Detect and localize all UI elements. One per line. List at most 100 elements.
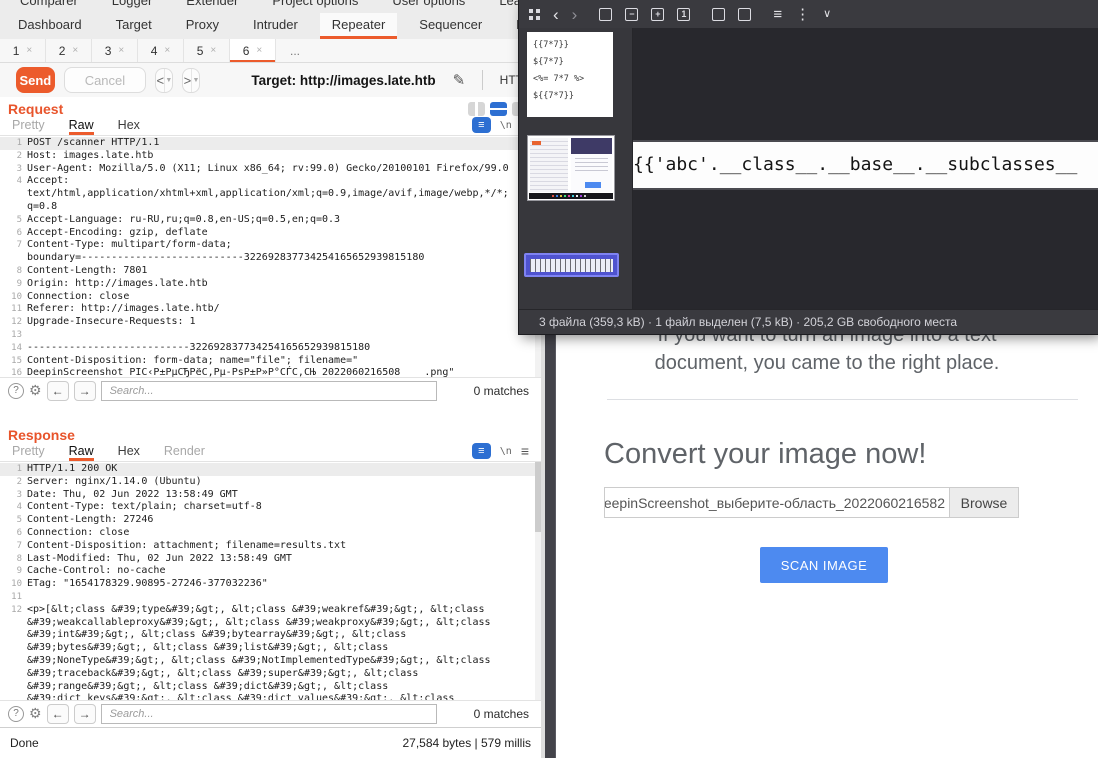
module-tab[interactable]: Target [104, 13, 164, 39]
response-line: 8 Last-Modified: Thu, 02 Jun 2022 13:58:… [0, 553, 541, 566]
module-tab[interactable]: Intruder [241, 13, 310, 39]
fullscreen-icon[interactable] [712, 8, 725, 21]
convert-heading: Convert your image now! [604, 438, 926, 471]
close-tab-icon[interactable]: × [210, 45, 216, 56]
edit-pencil-icon[interactable]: ✎ [453, 71, 466, 89]
response-view-tab[interactable]: Render [164, 444, 205, 461]
rows-layout-icon[interactable] [490, 102, 507, 116]
gear-icon[interactable]: ⚙ [29, 382, 42, 399]
burp-status-bar: Done 27,584 bytes | 579 millis [0, 727, 541, 758]
module-tab[interactable]: Proxy [174, 13, 231, 39]
next-match-icon[interactable]: → [74, 704, 96, 724]
zoom-out-icon[interactable]: − [625, 8, 638, 21]
tagline-line2: document, you came to the right place. [556, 352, 1098, 375]
chevron-down-icon[interactable]: ▼ [191, 69, 199, 92]
editor-menu-icon[interactable]: ≡ [521, 443, 529, 459]
prev-image-icon[interactable]: ‹ [553, 6, 559, 23]
list-view-icon[interactable]: ≡ [773, 7, 782, 22]
help-icon[interactable]: ? [8, 383, 24, 399]
repeater-tab[interactable]: ... [276, 39, 321, 62]
repeater-tab[interactable]: 2 × [46, 39, 92, 62]
text-file-thumbnail[interactable]: {{7*7}}${7*7}<%= 7*7 %>${{7*7}} [527, 32, 613, 117]
response-view-tab[interactable]: Hex [118, 444, 140, 461]
top-menu-tab[interactable]: Project options [272, 0, 358, 13]
next-match-icon[interactable]: → [74, 381, 96, 401]
repeater-tab[interactable]: 5 × [184, 39, 230, 62]
repeater-tab[interactable]: 6 × [230, 39, 276, 62]
module-tab[interactable]: Dashboard [6, 13, 94, 39]
scan-image-button[interactable]: SCAN IMAGE [760, 547, 888, 583]
browser-window: If you want to turn an image into a text… [545, 320, 1098, 758]
response-line: 3 Date: Thu, 02 Jun 2022 13:58:49 GMT [0, 489, 541, 502]
dropdown-icon[interactable]: ∨ [823, 9, 831, 20]
send-button[interactable]: Send [16, 67, 55, 93]
response-view-tab[interactable]: Raw [69, 444, 94, 461]
search-input[interactable] [101, 704, 437, 724]
file-upload-control[interactable]: DeepinScreenshot_выберите-область_202206… [604, 487, 1019, 518]
gear-icon[interactable]: ⚙ [29, 705, 42, 722]
request-line: 15 Content-Disposition: form-data; name=… [0, 355, 541, 368]
chevron-down-icon[interactable]: ▼ [164, 69, 172, 92]
top-menu-tab[interactable]: Logger [112, 0, 152, 13]
prev-match-icon[interactable]: ← [47, 704, 69, 724]
match-count: 0 matches [474, 384, 533, 398]
close-tab-icon[interactable]: × [256, 45, 262, 56]
forward-history-button[interactable]: > ▼ [182, 68, 200, 93]
response-view-tab[interactable]: Pretty [12, 444, 45, 461]
module-tab[interactable]: Repeater [320, 13, 397, 39]
close-tab-icon[interactable]: × [118, 45, 124, 56]
frameless-icon[interactable] [738, 8, 751, 21]
payload-line: <%= 7*7 %> [533, 71, 607, 88]
pretty-print-icon[interactable]: ≡ [472, 443, 491, 459]
top-menu-tab[interactable]: User options [392, 0, 465, 13]
cancel-button[interactable]: Cancel [64, 67, 146, 93]
screenshot-thumbnail[interactable] [527, 135, 615, 201]
close-tab-icon[interactable]: × [164, 45, 170, 56]
top-menu-tab[interactable]: Extender [186, 0, 238, 13]
request-editor[interactable]: 1 POST /scanner HTTP/1.1 2 Host: images.… [0, 135, 541, 378]
request-view-tab[interactable]: Raw [69, 118, 94, 135]
newline-toggle-icon[interactable]: \n [500, 120, 512, 131]
response-title: Response [8, 427, 75, 443]
module-tab[interactable]: Sequencer [407, 13, 494, 39]
response-line: 7 Content-Disposition: attachment; filen… [0, 540, 541, 553]
panel-gap [0, 403, 541, 423]
repeater-tab[interactable]: 3 × [92, 39, 138, 62]
burp-module-tabs: Dashboard Target Proxy Intruder Repeater Sequ… [0, 13, 541, 39]
columns-layout-icon[interactable] [468, 102, 485, 116]
search-input[interactable] [101, 381, 437, 401]
repeater-tab[interactable]: 1 × [0, 39, 46, 62]
request-line: 1 POST /scanner HTTP/1.1 [0, 137, 541, 150]
prev-match-icon[interactable]: ← [47, 381, 69, 401]
browse-button[interactable]: Browse [949, 488, 1018, 517]
pretty-print-icon[interactable]: ≡ [472, 117, 491, 133]
response-line: 5 Content-Length: 27246 [0, 514, 541, 527]
response-editor-tabs: Pretty Raw Hex Render ≡ \n ≡ [0, 442, 541, 461]
payload-line: ${{7*7}} [533, 88, 607, 105]
burp-top-menu-tabs: Comparer Logger Extender Project options Use… [0, 0, 541, 13]
request-line: 7 Content-Type: multipart/form-data; bou… [0, 239, 541, 265]
help-icon[interactable]: ? [8, 706, 24, 722]
response-viewer[interactable]: 1 HTTP/1.1 200 OK 2 Server: nginx/1.14.0… [0, 461, 541, 701]
close-tab-icon[interactable]: × [26, 45, 32, 56]
repeater-toolbar: Send Cancel < ▼ > ▼ Target: http://image… [0, 63, 541, 97]
zoom-actual-size-icon[interactable]: 1 [677, 8, 690, 21]
more-options-icon[interactable]: ⋮ [795, 7, 810, 22]
scrollbar[interactable] [535, 462, 541, 700]
newline-toggle-icon[interactable]: \n [500, 446, 512, 457]
zoom-fit-icon[interactable] [599, 8, 612, 21]
top-menu-tab[interactable]: Comparer [20, 0, 78, 13]
request-view-tab[interactable]: Pretty [12, 118, 45, 135]
zoom-in-icon[interactable]: + [651, 8, 664, 21]
viewer-toolbar: ‹ › −+1 ≡ ⋮ ∨ [519, 0, 1098, 28]
close-tab-icon[interactable]: × [72, 45, 78, 56]
target-url-label: Target: http://images.late.htb [251, 73, 435, 88]
selected-strip-thumbnail[interactable] [524, 253, 619, 277]
repeater-tab[interactable]: 4 × [138, 39, 184, 62]
request-view-tab[interactable]: Hex [118, 118, 140, 135]
back-history-button[interactable]: < ▼ [155, 68, 173, 93]
request-search-bar: ? ⚙ ← → 0 matches [0, 378, 541, 403]
next-image-icon[interactable]: › [572, 6, 578, 23]
request-line: 9 Origin: http://images.late.htb [0, 278, 541, 291]
thumbnails-grid-icon[interactable] [529, 9, 540, 20]
